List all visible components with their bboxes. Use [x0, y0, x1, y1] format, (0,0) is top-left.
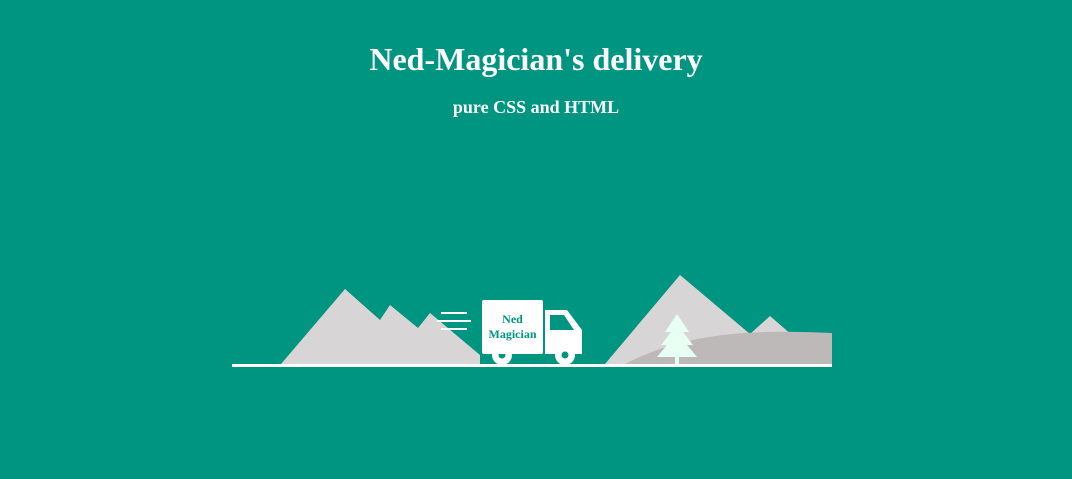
truck-label-line2: Magician [488, 327, 537, 341]
mountain-left-large [281, 289, 480, 364]
delivery-scene [232, 275, 832, 367]
truck-wheel-front [555, 345, 575, 365]
truck-label-line1: Ned [502, 312, 523, 326]
page: Ned-Magician's delivery pure CSS and HTM… [0, 0, 1072, 479]
ground-line [232, 364, 832, 367]
truck-cargo-box: Ned Magician [482, 300, 543, 354]
